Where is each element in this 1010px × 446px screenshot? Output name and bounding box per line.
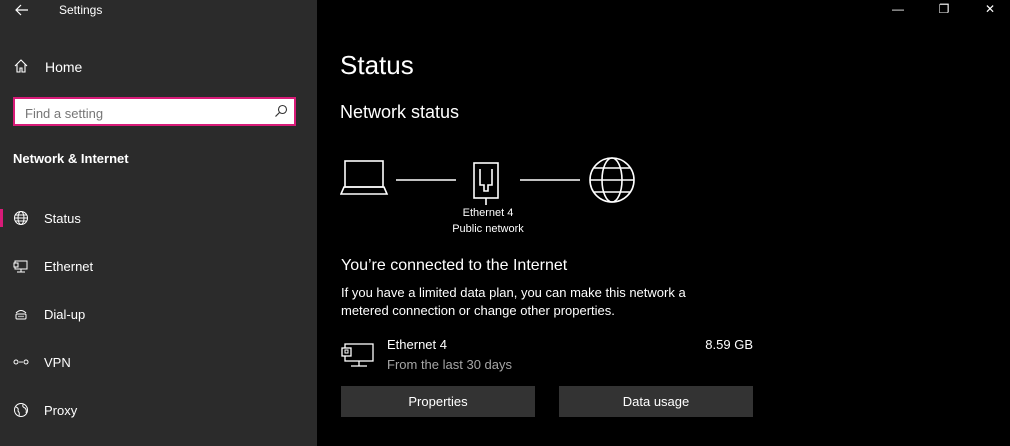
back-button[interactable]: [12, 0, 30, 18]
dial-up-icon: [15, 310, 27, 320]
data-usage-row: Ethernet 4 From the last 30 days 8.59 GB: [341, 336, 753, 374]
connection-status-heading: You’re connected to the Internet: [341, 257, 568, 274]
page-title: Status: [340, 50, 414, 80]
sidebar-item-label: VPN: [44, 355, 71, 370]
network-status-heading: Network status: [340, 102, 460, 122]
main-content: — ❐ ✕ Status Network status Ethernet 4 P…: [317, 0, 1010, 446]
internet-globe-icon: [589, 157, 635, 203]
home-label: Home: [45, 59, 83, 75]
vpn-icon: [13, 359, 29, 365]
network-diagram: Ethernet 4 Public network: [340, 155, 640, 240]
search-input[interactable]: [23, 103, 272, 123]
adapter-name-label: Ethernet 4: [462, 207, 514, 219]
network-diagram-graphic: [340, 157, 635, 205]
data-usage-button[interactable]: Data usage: [559, 386, 753, 417]
laptop-icon: [340, 160, 389, 195]
ethernet-icon: [13, 260, 28, 273]
sidebar-item-ethernet[interactable]: Ethernet: [0, 250, 317, 282]
sidebar-item-label: Dial-up: [44, 307, 86, 322]
restore-button[interactable]: ❐: [934, 2, 954, 18]
sidebar-item-dial-up[interactable]: Dial-up: [0, 298, 317, 330]
sidebar-item-vpn[interactable]: VPN: [0, 346, 317, 378]
app-title: Settings: [59, 3, 103, 17]
home-icon: [14, 59, 28, 73]
titlebar-left: Settings: [0, 0, 317, 22]
back-arrow-icon: [15, 4, 28, 16]
usage-adapter-name: Ethernet 4: [387, 337, 447, 352]
properties-button[interactable]: Properties: [341, 386, 535, 417]
ethernet-icon: [341, 343, 374, 367]
minimize-button[interactable]: —: [888, 2, 908, 18]
usage-period: From the last 30 days: [387, 357, 512, 372]
globe-icon: [14, 211, 28, 225]
search-icon[interactable]: [274, 104, 288, 118]
connection-description: If you have a limited data plan, you can…: [341, 285, 686, 318]
sidebar-item-proxy[interactable]: Proxy: [0, 394, 317, 426]
sidebar: Settings Home Network & Internet Status …: [0, 0, 317, 446]
sidebar-item-label: Proxy: [44, 403, 78, 418]
network-type-label: Public network: [452, 223, 524, 235]
close-button[interactable]: ✕: [980, 2, 1000, 18]
home-nav-item[interactable]: Home: [0, 54, 317, 80]
section-heading: Network & Internet: [13, 151, 129, 166]
sidebar-item-status[interactable]: Status: [0, 202, 317, 234]
active-indicator: [0, 209, 3, 227]
proxy-icon: [14, 403, 28, 417]
search-box: [13, 97, 296, 126]
ethernet-port-icon: [473, 162, 499, 205]
sidebar-item-label: Status: [44, 211, 81, 226]
window-controls: — ❐ ✕: [870, 0, 1010, 22]
sidebar-item-label: Ethernet: [44, 259, 94, 274]
usage-amount: 8.59 GB: [705, 337, 753, 352]
